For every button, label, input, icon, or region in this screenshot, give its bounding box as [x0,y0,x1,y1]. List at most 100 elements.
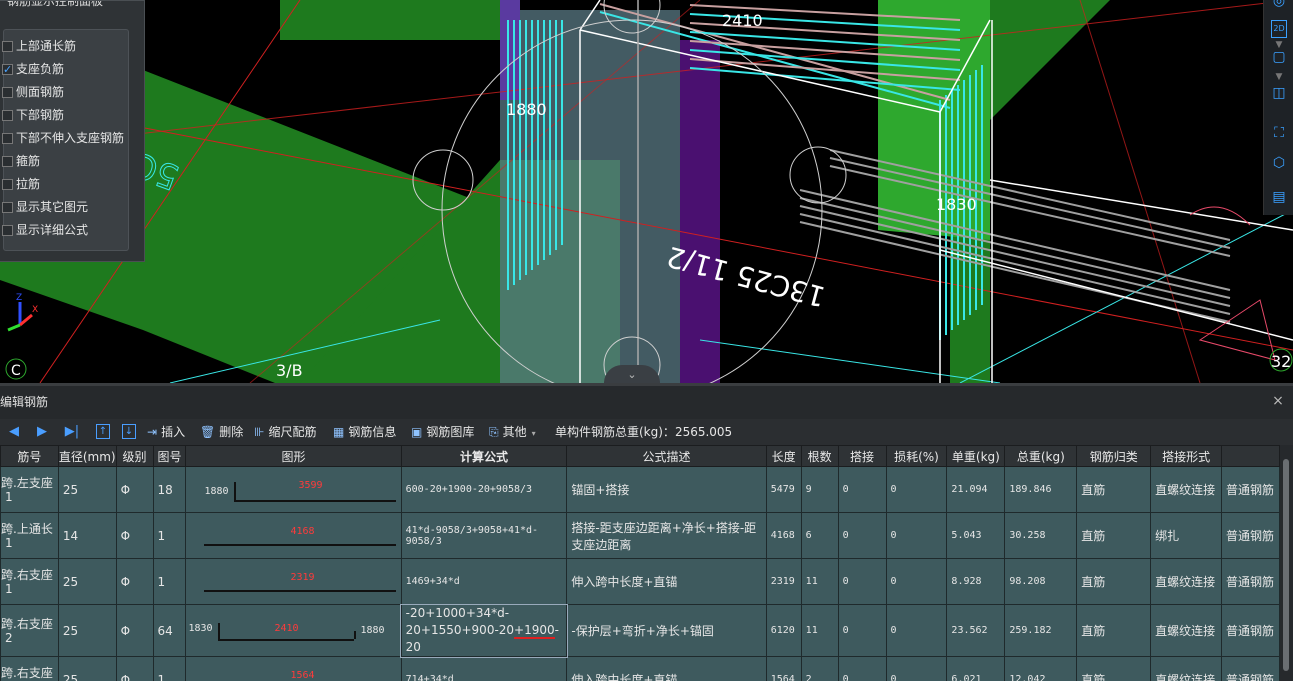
cell-diameter[interactable]: 25 [58,467,116,513]
report-icon[interactable]: ▤ [1270,188,1288,206]
col-header[interactable]: 图形 [186,446,401,467]
cell-diameter[interactable]: 14 [58,513,116,559]
cell-lap[interactable]: 0 [838,657,886,681]
chevron-down-icon[interactable]: ▼ [1270,72,1288,82]
cell-unit-weight[interactable]: 21.094 [947,467,1005,513]
cell-lap-type[interactable]: 绑扎 [1151,513,1222,559]
col-header[interactable]: 长度 [766,446,801,467]
col-header[interactable]: 根数 [801,446,838,467]
cell-diameter[interactable]: 25 [58,559,116,605]
col-header[interactable]: 钢筋归类 [1077,446,1151,467]
cell-unit-weight[interactable]: 23.562 [947,605,1005,657]
cell-loss[interactable]: 0 [886,559,947,605]
globe-icon[interactable]: ◎ [1270,0,1288,10]
cell-grade[interactable]: Φ [116,513,153,559]
cell-kind[interactable]: 普通钢筋 [1222,513,1280,559]
table-row-selected[interactable]: 跨.右支座 2 25 Φ 64 1830 2410 1880 -20+1000+… [1,605,1280,657]
checkbox[interactable] [2,41,13,52]
cell-unit-weight[interactable]: 6.021 [947,657,1005,681]
cell-fig[interactable]: 1 [153,657,186,681]
cell-count[interactable]: 9 [801,467,838,513]
cell-grade[interactable]: Φ [116,467,153,513]
cell-total-weight[interactable]: 98.208 [1005,559,1077,605]
table-row[interactable]: 跨.右支座 23 25 Φ 1 1564 714+34*d 伸入跨中长度+直锚 … [1,657,1280,681]
cell-formula[interactable]: 600-20+1900-20+9058/3 [401,467,567,513]
cell-shape[interactable]: 4168 [186,513,401,559]
cell-fig[interactable]: 1 [153,559,186,605]
cell-lap[interactable]: 0 [838,559,886,605]
cell-lap-type[interactable]: 直螺纹连接 [1151,559,1222,605]
cell-loss[interactable]: 0 [886,467,947,513]
cell-lap[interactable]: 0 [838,513,886,559]
cell-loss[interactable]: 0 [886,513,947,559]
move-up-icon[interactable]: ↑ [96,424,110,439]
col-header[interactable]: 计算公式 [401,446,567,467]
cell-kind[interactable]: 普通钢筋 [1222,657,1280,681]
cell-grade[interactable]: Φ [116,559,153,605]
cell-desc[interactable]: 伸入跨中长度+直锚 [567,559,766,605]
cell-fig[interactable]: 18 [153,467,186,513]
col-header[interactable]: 公式描述 [567,446,766,467]
cell-total-weight[interactable]: 189.846 [1005,467,1077,513]
col-header[interactable]: 图号 [153,446,186,467]
col-header[interactable]: 搭接 [838,446,886,467]
col-header[interactable]: 总重(kg) [1005,446,1077,467]
cell-category[interactable]: 直筋 [1077,559,1151,605]
cell-formula-editing[interactable]: -20+1000+34*d-20+1550+900-20+1900-20 [401,605,567,657]
cell-name[interactable]: 跨.右支座 1 [1,559,59,605]
other-menu-button[interactable]: ⎘其他▾ [489,423,536,441]
cell-kind[interactable]: 普通钢筋 [1222,605,1280,657]
cell-count[interactable]: 11 [801,559,838,605]
cell-name[interactable]: 跨.上通长 1 [1,513,59,559]
cell-shape[interactable]: 1830 2410 1880 [186,605,401,657]
close-icon[interactable]: × [1270,393,1286,409]
cell-desc[interactable]: 伸入跨中长度+直锚 [567,657,766,681]
checkbox[interactable] [2,225,13,236]
collapse-panel-handle[interactable]: ⌄ [604,365,660,383]
move-down-icon[interactable]: ↓ [122,424,136,439]
cell-unit-weight[interactable]: 8.928 [947,559,1005,605]
cell-category[interactable]: 直筋 [1077,513,1151,559]
cell-loss[interactable]: 0 [886,657,947,681]
cell-length[interactable]: 5479 [766,467,801,513]
cell-shape[interactable]: 2319 [186,559,401,605]
cell-shape[interactable]: 1880 3599 [186,467,401,513]
cell-length[interactable]: 4168 [766,513,801,559]
scale-rebar-button[interactable]: ⊪缩尺配筋 [254,423,316,441]
cell-desc[interactable]: 搭接-距支座边距离+净长+搭接-距支座边距离 [567,513,766,559]
rebar-info-button[interactable]: ▦钢筋信息 [333,423,396,441]
rebar-library-button[interactable]: ▣钢筋图库 [411,423,474,441]
checkbox[interactable] [2,202,13,213]
checkbox[interactable] [2,179,13,190]
checkbox[interactable] [2,133,13,144]
cell-grade[interactable]: Φ [116,657,153,681]
col-header[interactable]: 损耗(%) [886,446,947,467]
cell-loss[interactable]: 0 [886,605,947,657]
next-record-icon[interactable]: ▶ [33,423,51,441]
cell-fig[interactable]: 1 [153,513,186,559]
cell-formula[interactable]: 714+34*d [401,657,567,681]
first-record-icon[interactable]: ◀ [5,423,23,441]
cell-desc[interactable]: -保护层+弯折+净长+锚固 [567,605,766,657]
col-header[interactable]: 筋号 [1,446,59,467]
col-header[interactable]: 单重(kg) [947,446,1005,467]
scrollbar-thumb[interactable] [1283,459,1289,671]
cell-kind[interactable]: 普通钢筋 [1222,467,1280,513]
cell-formula[interactable]: 1469+34*d [401,559,567,605]
cell-lap[interactable]: 0 [838,467,886,513]
cell-shape[interactable]: 1564 [186,657,401,681]
cell-category[interactable]: 直筋 [1077,657,1151,681]
cell-desc[interactable]: 锚固+搭接 [567,467,766,513]
col-header[interactable]: 级别 [116,446,153,467]
cell-kind[interactable]: 普通钢筋 [1222,559,1280,605]
cell-length[interactable]: 2319 [766,559,801,605]
table-scrollbar[interactable] [1280,445,1293,681]
last-record-icon[interactable]: ▶| [63,423,81,441]
cell-lap-type[interactable]: 直螺纹连接 [1151,605,1222,657]
col-header[interactable]: 直径(mm) [58,446,116,467]
cell-unit-weight[interactable]: 5.043 [947,513,1005,559]
cell-lap-type[interactable]: 直螺纹连接 [1151,657,1222,681]
fullscreen-icon[interactable]: ⛶ [1270,124,1288,142]
cell-category[interactable]: 直筋 [1077,467,1151,513]
box-view-icon[interactable]: ▢ [1270,48,1288,66]
